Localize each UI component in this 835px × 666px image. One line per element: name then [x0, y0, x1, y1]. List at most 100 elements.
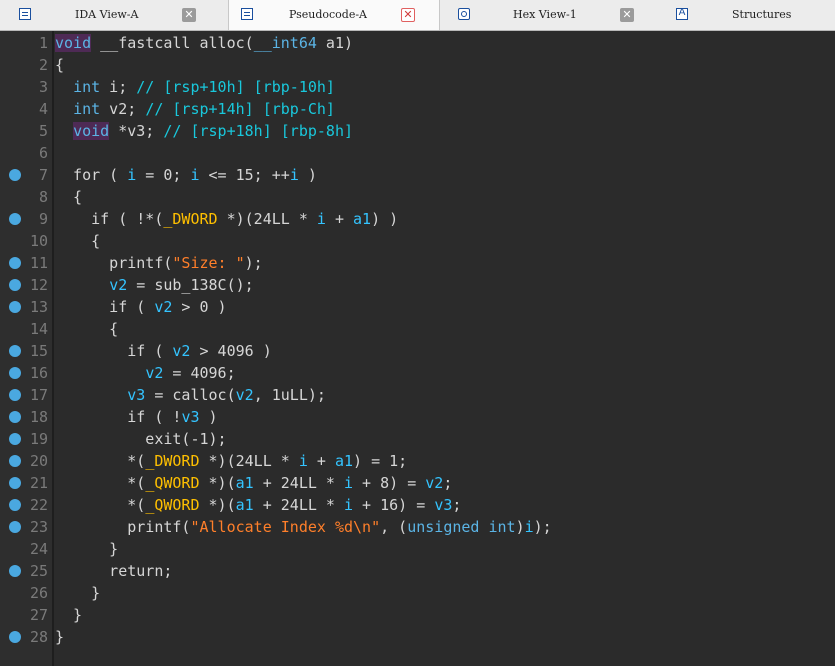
code-line[interactable]: if ( !*(_DWORD *)(24LL * i + a1) ) — [55, 208, 398, 230]
breakpoint-icon[interactable] — [9, 455, 21, 467]
code-token[interactable]: ) — [200, 408, 218, 426]
variable[interactable]: i — [525, 518, 534, 536]
code-token[interactable]: { — [55, 56, 64, 74]
code-token[interactable]: ) = 1; — [353, 452, 407, 470]
code-token[interactable]: } — [55, 584, 100, 602]
code-token[interactable]: for ( — [55, 166, 127, 184]
keyword[interactable]: __int64 — [254, 34, 317, 52]
string-literal[interactable]: "Size: " — [172, 254, 244, 272]
code-line[interactable]: *(_QWORD *)(a1 + 24LL * i + 8) = v2; — [55, 472, 452, 494]
type-name[interactable]: _QWORD — [145, 496, 199, 514]
code-line[interactable]: printf("Size: "); — [55, 252, 263, 274]
variable[interactable]: i — [299, 452, 308, 470]
code-line[interactable]: exit(-1); — [55, 428, 226, 450]
variable[interactable]: i — [290, 166, 299, 184]
keyword[interactable]: unsigned int — [407, 518, 515, 536]
code-token[interactable]: ) — [516, 518, 525, 536]
breakpoint-icon[interactable] — [9, 521, 21, 533]
breakpoint-icon[interactable] — [9, 257, 21, 269]
code-token[interactable]: *v3; — [109, 122, 163, 140]
code-token[interactable]: = sub_138C(); — [127, 276, 253, 294]
breakpoint-icon[interactable] — [9, 301, 21, 313]
type-name[interactable]: _DWORD — [163, 210, 217, 228]
code-line[interactable]: v3 = calloc(v2, 1uLL); — [55, 384, 326, 406]
variable[interactable]: i — [317, 210, 326, 228]
variable[interactable]: v2 — [236, 386, 254, 404]
code-line[interactable]: void *v3; // [rsp+18h] [rbp-8h] — [55, 120, 353, 142]
code-token[interactable]: __fastcall alloc( — [91, 34, 254, 52]
code-line[interactable]: if ( v2 > 0 ) — [55, 296, 226, 318]
code-line[interactable]: return; — [55, 560, 172, 582]
code-token[interactable] — [55, 386, 127, 404]
code-token[interactable]: if ( ! — [55, 408, 181, 426]
breakpoint-icon[interactable] — [9, 433, 21, 445]
code-token[interactable]: *( — [55, 452, 145, 470]
code-token[interactable]: = 4096; — [163, 364, 235, 382]
code-token[interactable]: + 16) = — [353, 496, 434, 514]
code-token[interactable]: return; — [55, 562, 172, 580]
variable[interactable]: v2 — [145, 364, 163, 382]
code-line[interactable]: } — [55, 582, 100, 604]
keyword-highlighted[interactable]: void — [73, 122, 110, 140]
close-icon[interactable]: ✕ — [401, 8, 415, 22]
code-line[interactable]: } — [55, 626, 64, 648]
code-token[interactable]: + — [326, 210, 353, 228]
code-line[interactable]: *(_DWORD *)(24LL * i + a1) = 1; — [55, 450, 407, 472]
variable[interactable]: v3 — [434, 496, 452, 514]
string-literal[interactable]: "Allocate Index %d\n" — [190, 518, 380, 536]
code-line[interactable]: } — [55, 538, 118, 560]
comment[interactable]: // [rsp+14h] [rbp-Ch] — [145, 100, 335, 118]
code-token[interactable]: ) — [299, 166, 317, 184]
breakpoint-icon[interactable] — [9, 631, 21, 643]
code-token[interactable]: <= 15; ++ — [200, 166, 290, 184]
variable[interactable]: i — [344, 474, 353, 492]
code-token[interactable]: , 1uLL); — [254, 386, 326, 404]
code-token[interactable] — [55, 364, 145, 382]
code-token[interactable]: > 4096 ) — [190, 342, 271, 360]
code-token[interactable]: > 0 ) — [172, 298, 226, 316]
comment[interactable]: // [rsp+10h] [rbp-10h] — [136, 78, 335, 96]
close-icon[interactable]: ✕ — [620, 8, 634, 22]
variable[interactable]: v2 — [154, 298, 172, 316]
code-line[interactable]: } — [55, 604, 82, 626]
code-token[interactable]: exit(-1); — [55, 430, 226, 448]
code-token[interactable]: printf( — [55, 518, 190, 536]
variable[interactable]: a1 — [353, 210, 371, 228]
variable[interactable]: v3 — [181, 408, 199, 426]
tab-ida-view[interactable]: IDA View-A ✕ — [0, 0, 228, 30]
code-token[interactable]: v2; — [100, 100, 145, 118]
code-token[interactable]: ); — [534, 518, 552, 536]
breakpoint-icon[interactable] — [9, 169, 21, 181]
code-token[interactable]: if ( !*( — [55, 210, 163, 228]
variable[interactable]: i — [190, 166, 199, 184]
variable[interactable]: v3 — [127, 386, 145, 404]
code-token[interactable] — [55, 276, 109, 294]
variable[interactable]: i — [344, 496, 353, 514]
code-token[interactable]: ) ) — [371, 210, 398, 228]
tab-pseudocode[interactable]: Pseudocode-A ✕ — [228, 0, 440, 30]
code-line[interactable]: { — [55, 186, 82, 208]
code-token[interactable]: *)( — [200, 496, 236, 514]
breakpoint-icon[interactable] — [9, 389, 21, 401]
type-name[interactable]: _QWORD — [145, 474, 199, 492]
code-token[interactable]: ; — [452, 496, 461, 514]
code-token[interactable] — [55, 78, 73, 96]
code-token[interactable]: { — [55, 188, 82, 206]
code-line[interactable]: int v2; // [rsp+14h] [rbp-Ch] — [55, 98, 335, 120]
code-token[interactable]: ); — [245, 254, 263, 272]
code-token[interactable]: + 8) = — [353, 474, 425, 492]
code-token[interactable]: { — [55, 320, 118, 338]
code-token[interactable]: + 24LL * — [254, 474, 344, 492]
code-token[interactable]: ; — [443, 474, 452, 492]
breakpoint-icon[interactable] — [9, 477, 21, 489]
code-line[interactable]: v2 = sub_138C(); — [55, 274, 254, 296]
variable[interactable]: v2 — [425, 474, 443, 492]
code-token[interactable]: } — [55, 540, 118, 558]
variable[interactable]: v2 — [172, 342, 190, 360]
breakpoint-icon[interactable] — [9, 499, 21, 511]
code-token[interactable]: if ( — [55, 298, 154, 316]
code-token[interactable]: + 24LL * — [254, 496, 344, 514]
code-token[interactable]: } — [55, 628, 64, 646]
code-token[interactable]: *( — [55, 496, 145, 514]
code-token[interactable]: = calloc( — [145, 386, 235, 404]
